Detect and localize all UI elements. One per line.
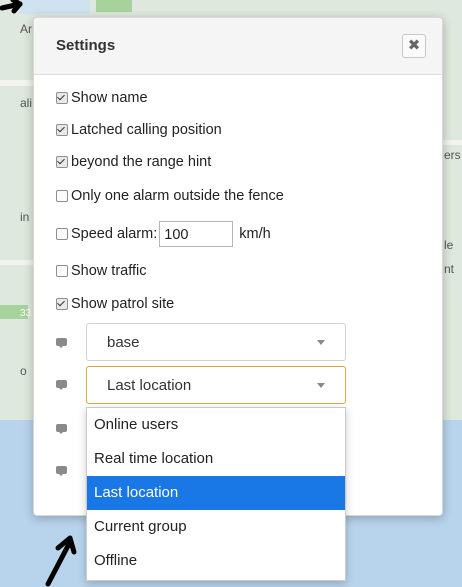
base-select[interactable]: base: [86, 323, 346, 361]
dropdown-option-current-group[interactable]: Current group: [87, 510, 345, 544]
map-label-o: o: [20, 364, 27, 378]
option-show-traffic[interactable]: Show traffic: [56, 261, 147, 281]
patrol-site-label: Show patrol site: [71, 296, 175, 312]
settings-header: Settings ✖: [34, 18, 442, 75]
patrol-site-checkbox[interactable]: [56, 298, 68, 310]
latched-calling-checkbox[interactable]: [56, 124, 68, 136]
dropdown-option-online-users[interactable]: Online users: [87, 408, 345, 442]
range-hint-label: beyond the range hint: [71, 154, 212, 170]
option-range-hint[interactable]: beyond the range hint: [56, 152, 211, 172]
show-name-label: Show name: [71, 90, 148, 106]
option-patrol-site[interactable]: Show patrol site: [56, 294, 174, 314]
map-label-nt: nt: [444, 262, 455, 276]
map-label-in: in: [20, 210, 30, 224]
chat-icon: [56, 466, 67, 476]
option-latched-calling[interactable]: Latched calling position: [56, 120, 222, 140]
chat-icon: [56, 424, 67, 434]
close-button[interactable]: ✖: [402, 34, 426, 58]
map-label-ar: Ar: [20, 22, 32, 36]
base-select-value: base: [107, 333, 140, 351]
chat-icon: [56, 380, 67, 390]
location-select-value: Last location: [107, 376, 192, 394]
map-label-le: le: [444, 238, 454, 252]
map-label-ers: ers: [444, 148, 461, 162]
one-alarm-label: Only one alarm outside the fence: [71, 188, 284, 204]
show-name-checkbox[interactable]: [56, 92, 68, 104]
chevron-down-icon: [317, 340, 325, 345]
speed-input[interactable]: 100: [159, 221, 234, 247]
one-alarm-checkbox[interactable]: [56, 190, 68, 202]
chevron-down-icon: [317, 383, 325, 388]
map-label-ali: ali: [20, 96, 33, 110]
location-dropdown: Online users Real time location Last loc…: [86, 407, 346, 581]
option-one-alarm[interactable]: Only one alarm outside the fence: [56, 186, 284, 206]
dropdown-option-offline[interactable]: Offline: [87, 544, 345, 578]
dropdown-option-last-location[interactable]: Last location: [87, 476, 345, 510]
chat-icon: [56, 338, 67, 348]
location-select[interactable]: Last location: [86, 366, 346, 404]
range-hint-checkbox[interactable]: [56, 156, 68, 168]
latched-calling-label: Latched calling position: [71, 122, 222, 138]
speed-alarm-label: Speed alarm:: [71, 226, 158, 242]
dropdown-option-real-time-location[interactable]: Real time location: [87, 442, 345, 476]
option-speed-alarm[interactable]: Speed alarm: 100 km/h: [56, 220, 271, 248]
settings-title: Settings: [56, 37, 116, 54]
map-label-route: 33: [20, 308, 32, 319]
show-traffic-checkbox[interactable]: [56, 265, 68, 277]
speed-alarm-checkbox[interactable]: [56, 228, 68, 240]
show-traffic-label: Show traffic: [71, 263, 147, 279]
close-icon: ✖: [407, 37, 421, 54]
speed-unit: km/h: [239, 226, 271, 242]
option-show-name[interactable]: Show name: [56, 88, 148, 108]
